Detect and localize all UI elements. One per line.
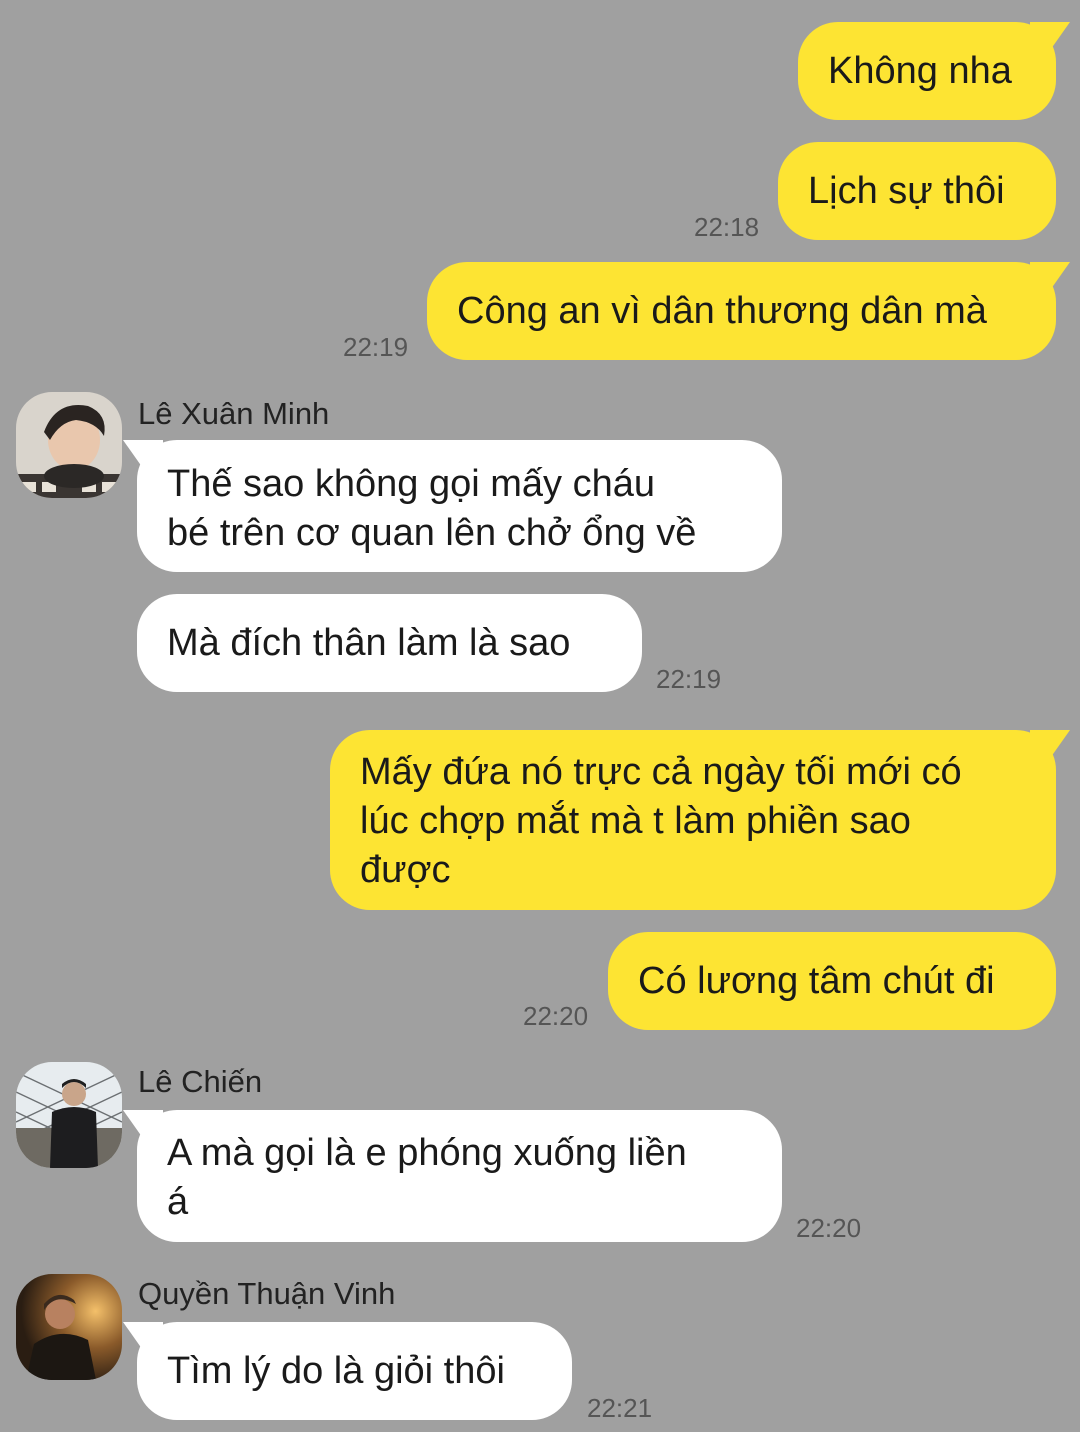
bubble-tail	[1030, 730, 1070, 764]
message-timestamp: 22:20	[523, 1001, 589, 1031]
sender-name: Lê Chiến	[138, 1064, 263, 1099]
message-text: Lịch sự thôi	[808, 170, 1005, 212]
bubble-tail	[123, 440, 163, 474]
sender-name: Quyền Thuận Vinh	[138, 1276, 396, 1311]
outgoing-message-bubble[interactable]: Mấy đứa nó trực cả ngày tối mới có lúc c…	[330, 730, 1070, 910]
message-text: Không nha	[828, 50, 1012, 92]
outgoing-message-bubble[interactable]: Lịch sự thôi	[778, 142, 1056, 240]
message-text: Công an vì dân thương dân mà	[457, 290, 987, 332]
bubble-tail	[1030, 22, 1070, 56]
incoming-message-bubble[interactable]: A mà gọi là e phóng xuống liền á	[123, 1110, 782, 1242]
outgoing-message-bubble[interactable]: Công an vì dân thương dân mà	[427, 262, 1070, 360]
message-timestamp: 22:19	[656, 664, 722, 694]
avatar[interactable]	[16, 1062, 122, 1168]
message-text: Mà đích thân làm là sao	[167, 622, 571, 664]
incoming-message-bubble[interactable]: Mà đích thân làm là sao	[137, 594, 642, 692]
avatar-photo-icon	[16, 392, 122, 498]
message-timestamp: 22:21	[587, 1393, 653, 1423]
message-text: Tìm lý do là giỏi thôi	[167, 1350, 505, 1392]
outgoing-message-bubble[interactable]: Không nha	[798, 22, 1070, 120]
bubble-tail	[123, 1322, 163, 1356]
message-text: Có lương tâm chút đi	[638, 960, 995, 1002]
message-timestamp: 22:18	[694, 212, 760, 242]
message-text: Mấy đứa nó trực cả ngày tối mới có lúc c…	[360, 751, 962, 891]
avatar[interactable]	[16, 392, 122, 498]
bubble-tail	[1030, 262, 1070, 296]
outgoing-message-bubble[interactable]: Có lương tâm chút đi	[608, 932, 1056, 1030]
sender-name: Lê Xuân Minh	[138, 396, 330, 431]
incoming-message-bubble[interactable]: Thế sao không gọi mấy cháu bé trên cơ qu…	[123, 440, 782, 572]
avatar-photo-icon	[16, 1062, 122, 1168]
message-text: Thế sao không gọi mấy cháu bé trên cơ qu…	[167, 463, 697, 554]
avatar[interactable]	[16, 1274, 122, 1380]
message-timestamp: 22:20	[796, 1213, 862, 1243]
message-text: A mà gọi là e phóng xuống liền á	[167, 1132, 687, 1223]
incoming-message-bubble[interactable]: Tìm lý do là giỏi thôi	[123, 1322, 572, 1420]
message-timestamp: 22:19	[343, 332, 409, 362]
bubble-tail	[123, 1110, 163, 1144]
avatar-photo-icon	[16, 1274, 122, 1380]
